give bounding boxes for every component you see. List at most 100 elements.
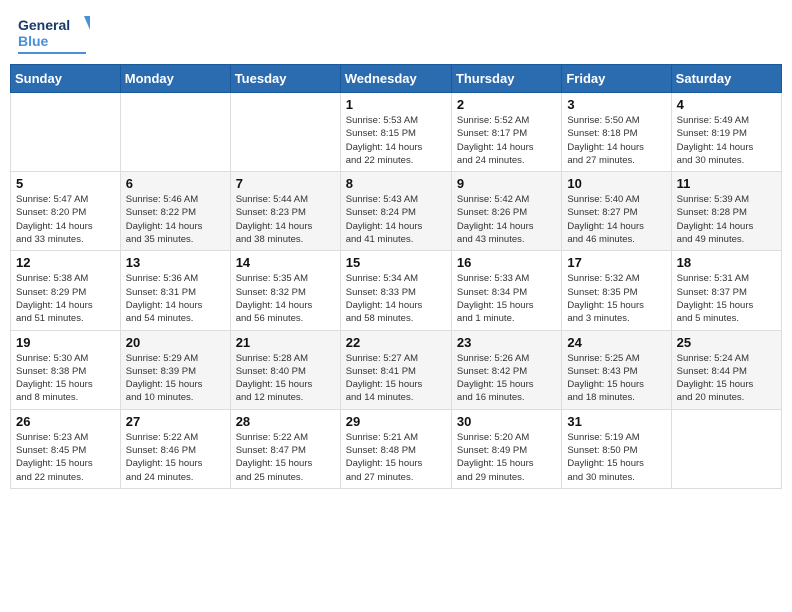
calendar-cell: 1 Sunrise: 5:53 AM Sunset: 8:15 PM Daylig… bbox=[340, 93, 451, 172]
calendar-week-row: 1 Sunrise: 5:53 AM Sunset: 8:15 PM Daylig… bbox=[11, 93, 782, 172]
calendar-cell: 27Sunrise: 5:22 AM Sunset: 8:46 PM Dayli… bbox=[120, 409, 230, 488]
svg-text:General: General bbox=[18, 17, 70, 33]
day-info: Sunrise: 5:20 AM Sunset: 8:49 PM Dayligh… bbox=[457, 431, 556, 484]
day-number: 10 bbox=[567, 176, 665, 191]
day-number: 3 bbox=[567, 97, 665, 112]
calendar-cell: 29 Sunrise: 5:21 AM Sunset: 8:48 PM Dayli… bbox=[340, 409, 451, 488]
calendar-cell: 25 Sunrise: 5:24 AM Sunset: 8:44 PM Dayli… bbox=[671, 330, 781, 409]
calendar-cell: 2Sunrise: 5:52 AM Sunset: 8:17 PM Daylig… bbox=[451, 93, 561, 172]
day-info: Sunrise: 5:21 AM Sunset: 8:48 PM Dayligh… bbox=[346, 431, 446, 484]
calendar-cell: 16 Sunrise: 5:33 AM Sunset: 8:34 PM Dayli… bbox=[451, 251, 561, 330]
day-info: Sunrise: 5:53 AM Sunset: 8:15 PM Dayligh… bbox=[346, 114, 446, 167]
day-number: 28 bbox=[236, 414, 335, 429]
calendar-cell bbox=[230, 93, 340, 172]
day-info: Sunrise: 5:22 AM Sunset: 8:46 PM Dayligh… bbox=[126, 431, 225, 484]
logo: General Blue bbox=[18, 14, 98, 54]
day-number: 23 bbox=[457, 335, 556, 350]
weekday-header-wednesday: Wednesday bbox=[340, 65, 451, 93]
day-number: 9 bbox=[457, 176, 556, 191]
calendar-cell: 19 Sunrise: 5:30 AM Sunset: 8:38 PM Dayli… bbox=[11, 330, 121, 409]
day-info: Sunrise: 5:28 AM Sunset: 8:40 PM Dayligh… bbox=[236, 352, 335, 405]
weekday-header-friday: Friday bbox=[562, 65, 671, 93]
weekday-header-tuesday: Tuesday bbox=[230, 65, 340, 93]
weekday-header-saturday: Saturday bbox=[671, 65, 781, 93]
calendar-cell: 5Sunrise: 5:47 AM Sunset: 8:20 PM Daylig… bbox=[11, 172, 121, 251]
day-number: 29 bbox=[346, 414, 446, 429]
day-number: 24 bbox=[567, 335, 665, 350]
logo-underline bbox=[18, 52, 86, 54]
calendar-cell: 10 Sunrise: 5:40 AM Sunset: 8:27 PM Dayli… bbox=[562, 172, 671, 251]
day-number: 18 bbox=[677, 255, 776, 270]
calendar-cell: 31Sunrise: 5:19 AM Sunset: 8:50 PM Dayli… bbox=[562, 409, 671, 488]
calendar-week-row: 26 Sunrise: 5:23 AM Sunset: 8:45 PM Dayli… bbox=[11, 409, 782, 488]
day-number: 7 bbox=[236, 176, 335, 191]
day-info: Sunrise: 5:22 AM Sunset: 8:47 PM Dayligh… bbox=[236, 431, 335, 484]
day-number: 19 bbox=[16, 335, 115, 350]
calendar-cell: 22 Sunrise: 5:27 AM Sunset: 8:41 PM Dayli… bbox=[340, 330, 451, 409]
day-number: 2 bbox=[457, 97, 556, 112]
calendar-cell: 24 Sunrise: 5:25 AM Sunset: 8:43 PM Dayli… bbox=[562, 330, 671, 409]
day-number: 12 bbox=[16, 255, 115, 270]
day-info: Sunrise: 5:29 AM Sunset: 8:39 PM Dayligh… bbox=[126, 352, 225, 405]
calendar-cell: 9 Sunrise: 5:42 AM Sunset: 8:26 PM Daylig… bbox=[451, 172, 561, 251]
calendar-cell: 12Sunrise: 5:38 AM Sunset: 8:29 PM Dayli… bbox=[11, 251, 121, 330]
day-info: Sunrise: 5:23 AM Sunset: 8:45 PM Dayligh… bbox=[16, 431, 115, 484]
day-info: Sunrise: 5:39 AM Sunset: 8:28 PM Dayligh… bbox=[677, 193, 776, 246]
calendar-cell: 21 Sunrise: 5:28 AM Sunset: 8:40 PM Dayli… bbox=[230, 330, 340, 409]
day-info: Sunrise: 5:40 AM Sunset: 8:27 PM Dayligh… bbox=[567, 193, 665, 246]
calendar-cell: 18 Sunrise: 5:31 AM Sunset: 8:37 PM Dayli… bbox=[671, 251, 781, 330]
day-number: 26 bbox=[16, 414, 115, 429]
calendar-cell: 7 Sunrise: 5:44 AM Sunset: 8:23 PM Daylig… bbox=[230, 172, 340, 251]
calendar-cell: 4Sunrise: 5:49 AM Sunset: 8:19 PM Daylig… bbox=[671, 93, 781, 172]
day-number: 14 bbox=[236, 255, 335, 270]
day-number: 4 bbox=[677, 97, 776, 112]
weekday-header-thursday: Thursday bbox=[451, 65, 561, 93]
day-number: 31 bbox=[567, 414, 665, 429]
day-number: 6 bbox=[126, 176, 225, 191]
calendar-week-row: 12Sunrise: 5:38 AM Sunset: 8:29 PM Dayli… bbox=[11, 251, 782, 330]
day-number: 22 bbox=[346, 335, 446, 350]
calendar-cell: 6 Sunrise: 5:46 AM Sunset: 8:22 PM Daylig… bbox=[120, 172, 230, 251]
day-info: Sunrise: 5:27 AM Sunset: 8:41 PM Dayligh… bbox=[346, 352, 446, 405]
day-info: Sunrise: 5:31 AM Sunset: 8:37 PM Dayligh… bbox=[677, 272, 776, 325]
day-number: 8 bbox=[346, 176, 446, 191]
day-info: Sunrise: 5:35 AM Sunset: 8:32 PM Dayligh… bbox=[236, 272, 335, 325]
logo-icon: General Blue bbox=[18, 14, 98, 50]
day-number: 21 bbox=[236, 335, 335, 350]
calendar-cell: 17 Sunrise: 5:32 AM Sunset: 8:35 PM Dayli… bbox=[562, 251, 671, 330]
calendar-cell: 30Sunrise: 5:20 AM Sunset: 8:49 PM Dayli… bbox=[451, 409, 561, 488]
day-info: Sunrise: 5:34 AM Sunset: 8:33 PM Dayligh… bbox=[346, 272, 446, 325]
calendar-cell: 28 Sunrise: 5:22 AM Sunset: 8:47 PM Dayli… bbox=[230, 409, 340, 488]
day-number: 17 bbox=[567, 255, 665, 270]
day-number: 20 bbox=[126, 335, 225, 350]
calendar-cell: 23Sunrise: 5:26 AM Sunset: 8:42 PM Dayli… bbox=[451, 330, 561, 409]
day-info: Sunrise: 5:24 AM Sunset: 8:44 PM Dayligh… bbox=[677, 352, 776, 405]
day-number: 11 bbox=[677, 176, 776, 191]
day-info: Sunrise: 5:50 AM Sunset: 8:18 PM Dayligh… bbox=[567, 114, 665, 167]
day-info: Sunrise: 5:42 AM Sunset: 8:26 PM Dayligh… bbox=[457, 193, 556, 246]
page-header: General Blue bbox=[10, 10, 782, 58]
day-number: 5 bbox=[16, 176, 115, 191]
day-info: Sunrise: 5:25 AM Sunset: 8:43 PM Dayligh… bbox=[567, 352, 665, 405]
day-info: Sunrise: 5:44 AM Sunset: 8:23 PM Dayligh… bbox=[236, 193, 335, 246]
calendar-cell: 20 Sunrise: 5:29 AM Sunset: 8:39 PM Dayli… bbox=[120, 330, 230, 409]
day-number: 16 bbox=[457, 255, 556, 270]
day-number: 25 bbox=[677, 335, 776, 350]
day-info: Sunrise: 5:30 AM Sunset: 8:38 PM Dayligh… bbox=[16, 352, 115, 405]
day-number: 1 bbox=[346, 97, 446, 112]
day-number: 15 bbox=[346, 255, 446, 270]
svg-text:Blue: Blue bbox=[18, 33, 49, 49]
day-info: Sunrise: 5:33 AM Sunset: 8:34 PM Dayligh… bbox=[457, 272, 556, 325]
calendar-table: SundayMondayTuesdayWednesdayThursdayFrid… bbox=[10, 64, 782, 489]
calendar-cell: 26 Sunrise: 5:23 AM Sunset: 8:45 PM Dayli… bbox=[11, 409, 121, 488]
calendar-week-row: 19 Sunrise: 5:30 AM Sunset: 8:38 PM Dayli… bbox=[11, 330, 782, 409]
day-info: Sunrise: 5:32 AM Sunset: 8:35 PM Dayligh… bbox=[567, 272, 665, 325]
weekday-header-monday: Monday bbox=[120, 65, 230, 93]
calendar-cell: 8 Sunrise: 5:43 AM Sunset: 8:24 PM Daylig… bbox=[340, 172, 451, 251]
day-number: 13 bbox=[126, 255, 225, 270]
day-info: Sunrise: 5:46 AM Sunset: 8:22 PM Dayligh… bbox=[126, 193, 225, 246]
day-info: Sunrise: 5:36 AM Sunset: 8:31 PM Dayligh… bbox=[126, 272, 225, 325]
calendar-cell bbox=[671, 409, 781, 488]
day-info: Sunrise: 5:43 AM Sunset: 8:24 PM Dayligh… bbox=[346, 193, 446, 246]
calendar-cell: 14 Sunrise: 5:35 AM Sunset: 8:32 PM Dayli… bbox=[230, 251, 340, 330]
